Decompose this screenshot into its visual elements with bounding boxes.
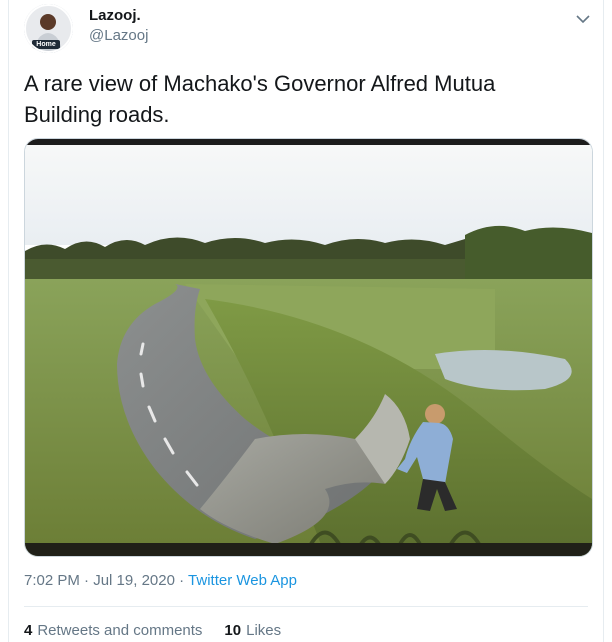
meta-separator: · bbox=[84, 572, 90, 589]
tweet-date[interactable]: Jul 19, 2020 bbox=[93, 572, 175, 589]
retweets-count: 4 bbox=[24, 622, 33, 639]
likes-label: Likes bbox=[246, 622, 282, 639]
chevron-down-icon[interactable] bbox=[574, 10, 592, 28]
retweets-label: Retweets and comments bbox=[37, 622, 203, 639]
road-carpet-photo bbox=[25, 139, 592, 556]
tweet-text-line-1: A rare view of Machako's Governor Alfred… bbox=[24, 71, 496, 96]
divider bbox=[24, 606, 588, 607]
tweet-header: Home Lazooj. @Lazooj bbox=[24, 4, 594, 54]
likes-stat[interactable]: 10 Likes bbox=[224, 622, 281, 639]
author-handle[interactable]: @Lazooj bbox=[89, 27, 148, 44]
tweet-text-line-2: Building roads. bbox=[24, 102, 170, 127]
tweet-time[interactable]: 7:02 PM bbox=[24, 572, 80, 589]
tweet-source-link[interactable]: Twitter Web App bbox=[188, 572, 297, 589]
tweet-meta: 7:02 PM · Jul 19, 2020 · Twitter Web App bbox=[24, 572, 297, 589]
meta-separator: · bbox=[179, 572, 185, 589]
likes-count: 10 bbox=[224, 622, 242, 639]
avatar[interactable]: Home bbox=[24, 4, 73, 53]
retweets-stat[interactable]: 4 Retweets and comments bbox=[24, 622, 202, 639]
tweet-photo[interactable] bbox=[24, 138, 593, 557]
tweet-card: Home Lazooj. @Lazooj A rare view of Mach… bbox=[8, 0, 604, 642]
tweet-text: A rare view of Machako's Governor Alfred… bbox=[24, 68, 584, 130]
tweet-stats: 4 Retweets and comments 10 Likes bbox=[24, 622, 281, 639]
author-display-name[interactable]: Lazooj. bbox=[89, 7, 141, 24]
